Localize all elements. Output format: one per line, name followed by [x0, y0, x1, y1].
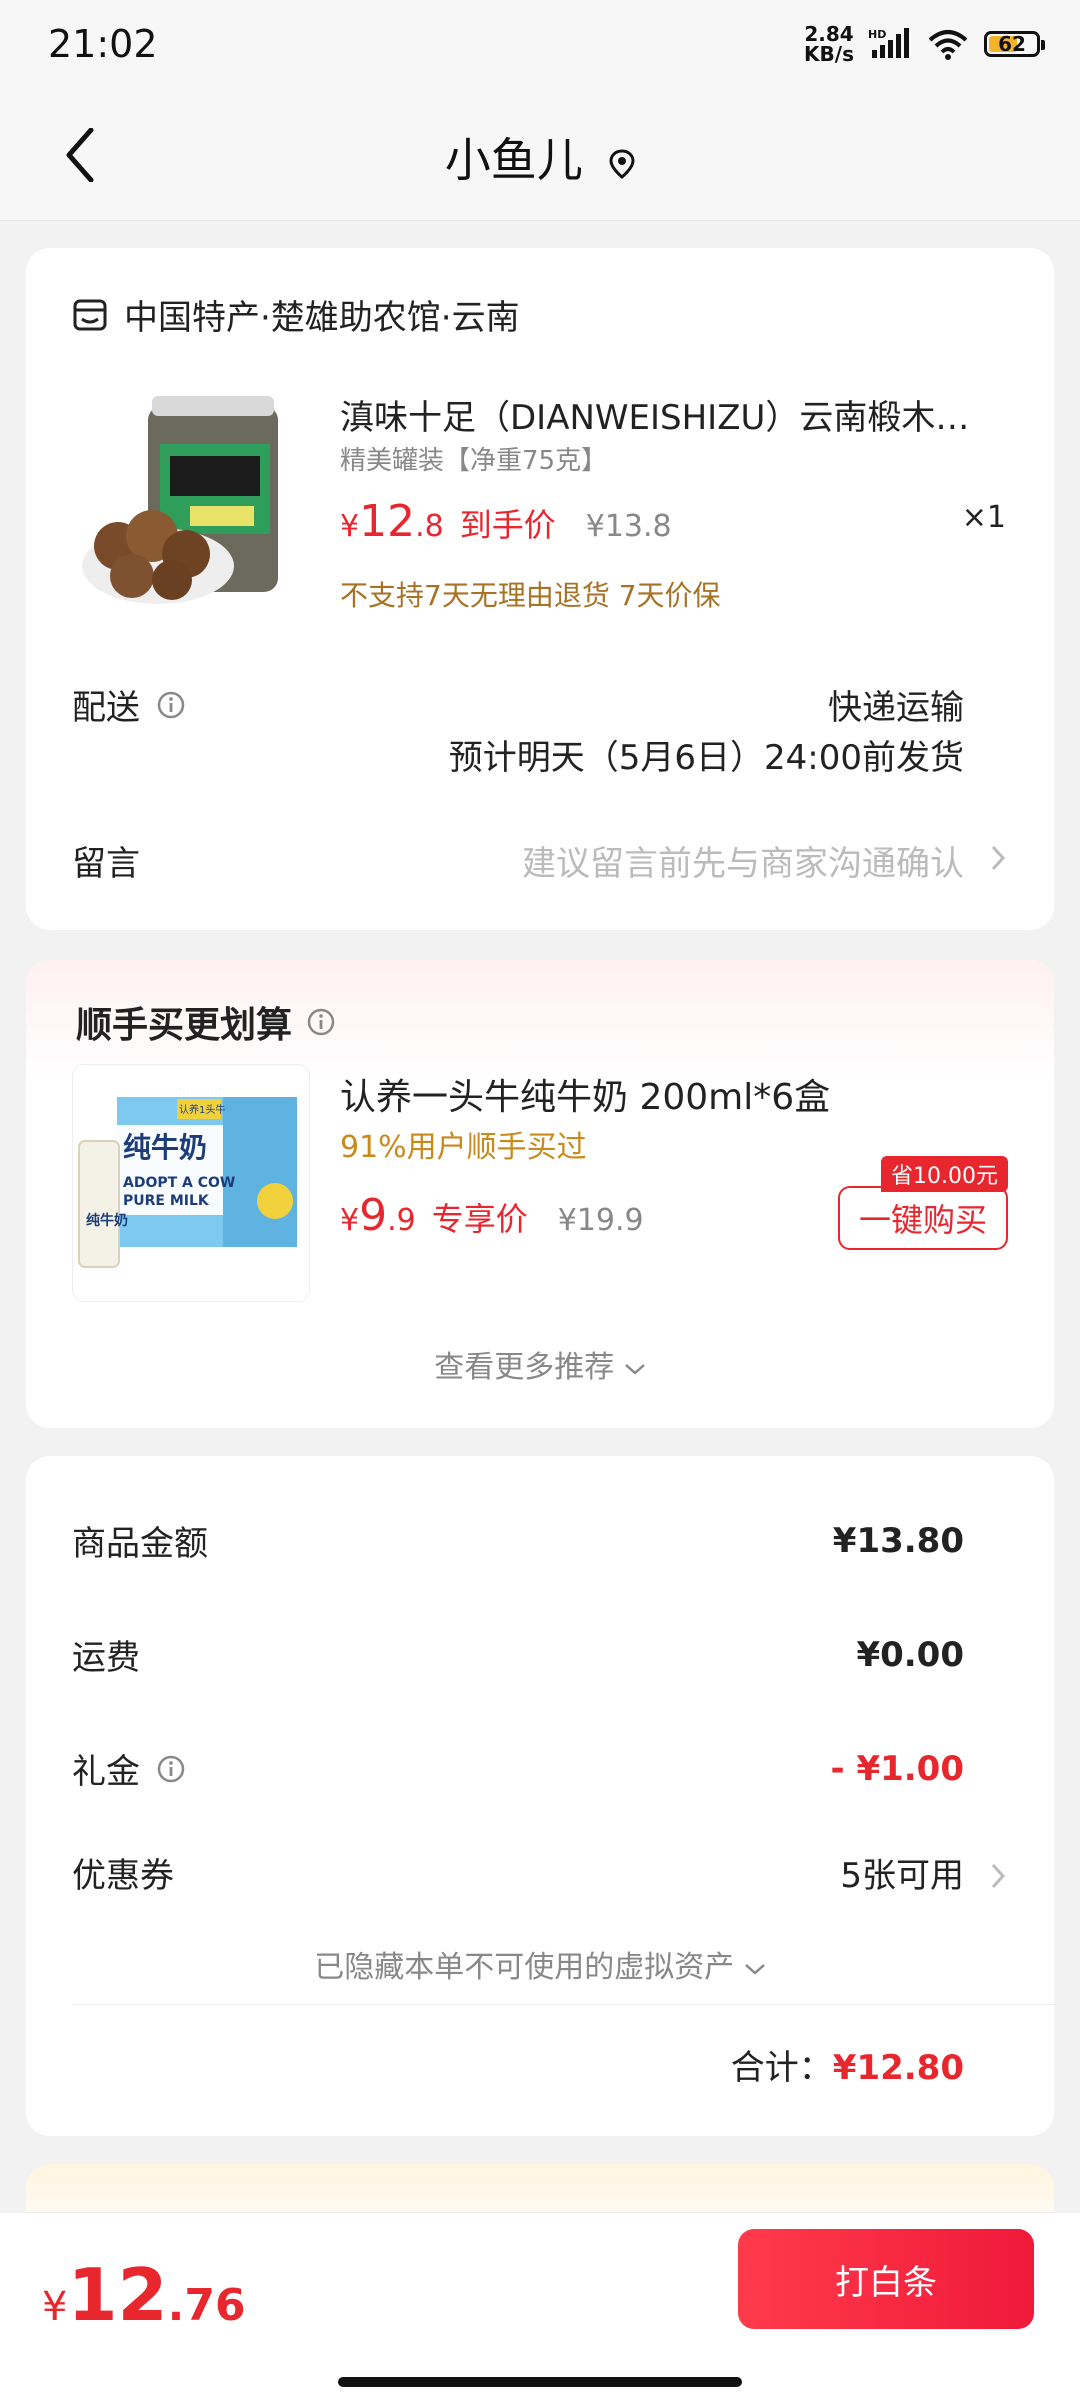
price-summary-card: 商品金额 ¥13.80 运费 ¥0.00 礼金 - ¥1.00 优惠券 5张可用…	[26, 1456, 1054, 2136]
info-icon[interactable]	[156, 1754, 186, 1784]
product-image[interactable]	[78, 386, 308, 616]
addon-card: 顺手买更划算 纯牛奶 ADOPT A COW PURE MILK 认养1头牛 纯…	[26, 960, 1054, 1428]
chevron-right-icon	[991, 1863, 1006, 1889]
home-indicator[interactable]	[338, 2377, 742, 2387]
summary-row-coupon[interactable]: 优惠券 5张可用	[72, 1848, 964, 1897]
status-time: 21:02	[48, 22, 158, 66]
shipping-eta: 预计明天（5月6日）24:00前发货	[448, 738, 964, 778]
summary-row-shipping-fee: 运费 ¥0.00	[72, 1634, 964, 1679]
svg-text:HD: HD	[868, 28, 886, 41]
divider	[72, 2004, 1054, 2005]
more-recommendations-link[interactable]: 查看更多推荐	[26, 1342, 1054, 1386]
addon-subtitle: 91%用户顺手买过	[340, 1130, 587, 1165]
final-price: ¥ 12 .76	[42, 2253, 246, 2337]
product-spec: 精美罐装【净重75克】	[340, 446, 608, 476]
product-title[interactable]: 滇味十足（DIANWEISHIZU）云南椴木香菇	[340, 390, 1000, 439]
svg-text:纯牛奶: 纯牛奶	[123, 1131, 207, 1164]
addon-price: ¥ 9 .9 专享价 ¥19.9	[340, 1190, 644, 1241]
shipping-label-row: 配送	[72, 680, 186, 729]
message-label: 留言	[72, 844, 140, 884]
svg-text:认养1头牛: 认养1头牛	[179, 1103, 225, 1116]
exclusive-price-tag: 专享价	[431, 1200, 528, 1238]
addon-original-price: ¥19.9	[557, 1203, 644, 1238]
wifi-icon	[928, 30, 968, 60]
shop-icon	[73, 299, 107, 330]
svg-text:ADOPT A COW: ADOPT A COW	[123, 1175, 235, 1191]
order-card: 中国特产·楚雄助农馆·云南 滇味十足（DIANWEISHIZU）云南椴木香菇 精…	[26, 248, 1054, 930]
pay-button[interactable]: 打白条	[738, 2229, 1034, 2329]
top-nav-bar: 小鱼儿	[0, 90, 1080, 221]
return-policy: 不支持7天无理由退货 7天价保	[340, 579, 721, 612]
shop-header[interactable]: 中国特产·楚雄助农馆·云南	[72, 290, 520, 339]
battery-icon: 62	[984, 31, 1045, 57]
summary-row-goods: 商品金额 ¥13.80	[72, 1520, 964, 1565]
addon-product-name[interactable]: 认养一头牛纯牛奶 200ml*6盒	[340, 1068, 830, 1120]
cellular-signal-icon: HD	[868, 28, 909, 58]
milk-box-image: 纯牛奶 ADOPT A COW PURE MILK 认养1头牛 纯牛奶	[73, 1065, 309, 1301]
chevron-down-icon	[744, 1963, 765, 1975]
quantity: ×1	[961, 500, 1006, 535]
summary-row-gift-money: 礼金 - ¥1.00	[72, 1748, 964, 1793]
status-indicators: 2.84 KB/s HD 62	[804, 22, 1045, 66]
order-total: 合计：¥12.80	[730, 2048, 964, 2088]
hidden-assets-toggle[interactable]: 已隐藏本单不可使用的虚拟资产	[26, 1942, 1054, 1986]
addon-title: 顺手买更划算	[76, 996, 336, 1048]
svg-text:纯牛奶: 纯牛奶	[86, 1212, 128, 1229]
product-price: ¥ 12 .8 到手价 ¥13.8	[340, 496, 672, 547]
info-icon[interactable]	[306, 1007, 336, 1037]
message-input[interactable]: 建议留言前先与商家沟通确认	[522, 836, 964, 885]
one-click-buy-button[interactable]: 一键购买	[838, 1186, 1008, 1250]
svg-text:PURE MILK: PURE MILK	[123, 1193, 210, 1209]
chevron-down-icon	[624, 1363, 645, 1375]
shop-name: 中国特产·楚雄助农馆·云南	[124, 298, 520, 338]
info-icon[interactable]	[156, 690, 186, 720]
status-bar: 21:02 2.84 KB/s HD 62	[0, 0, 1080, 90]
addon-product-image[interactable]: 纯牛奶 ADOPT A COW PURE MILK 认养1头牛 纯牛奶	[72, 1064, 310, 1302]
location-pin-icon	[609, 148, 635, 179]
chevron-right-icon	[991, 845, 1006, 871]
net-speed: 2.84 KB/s	[804, 22, 854, 66]
checkout-bar: ¥ 12 .76 打白条	[0, 2212, 1080, 2401]
original-price: ¥13.8	[585, 509, 672, 544]
shipping-method: 快递运输	[828, 688, 964, 728]
price-tag: 到手价	[459, 506, 556, 544]
page-title[interactable]: 小鱼儿	[0, 124, 1080, 190]
mushroom-jar-image	[82, 396, 278, 604]
